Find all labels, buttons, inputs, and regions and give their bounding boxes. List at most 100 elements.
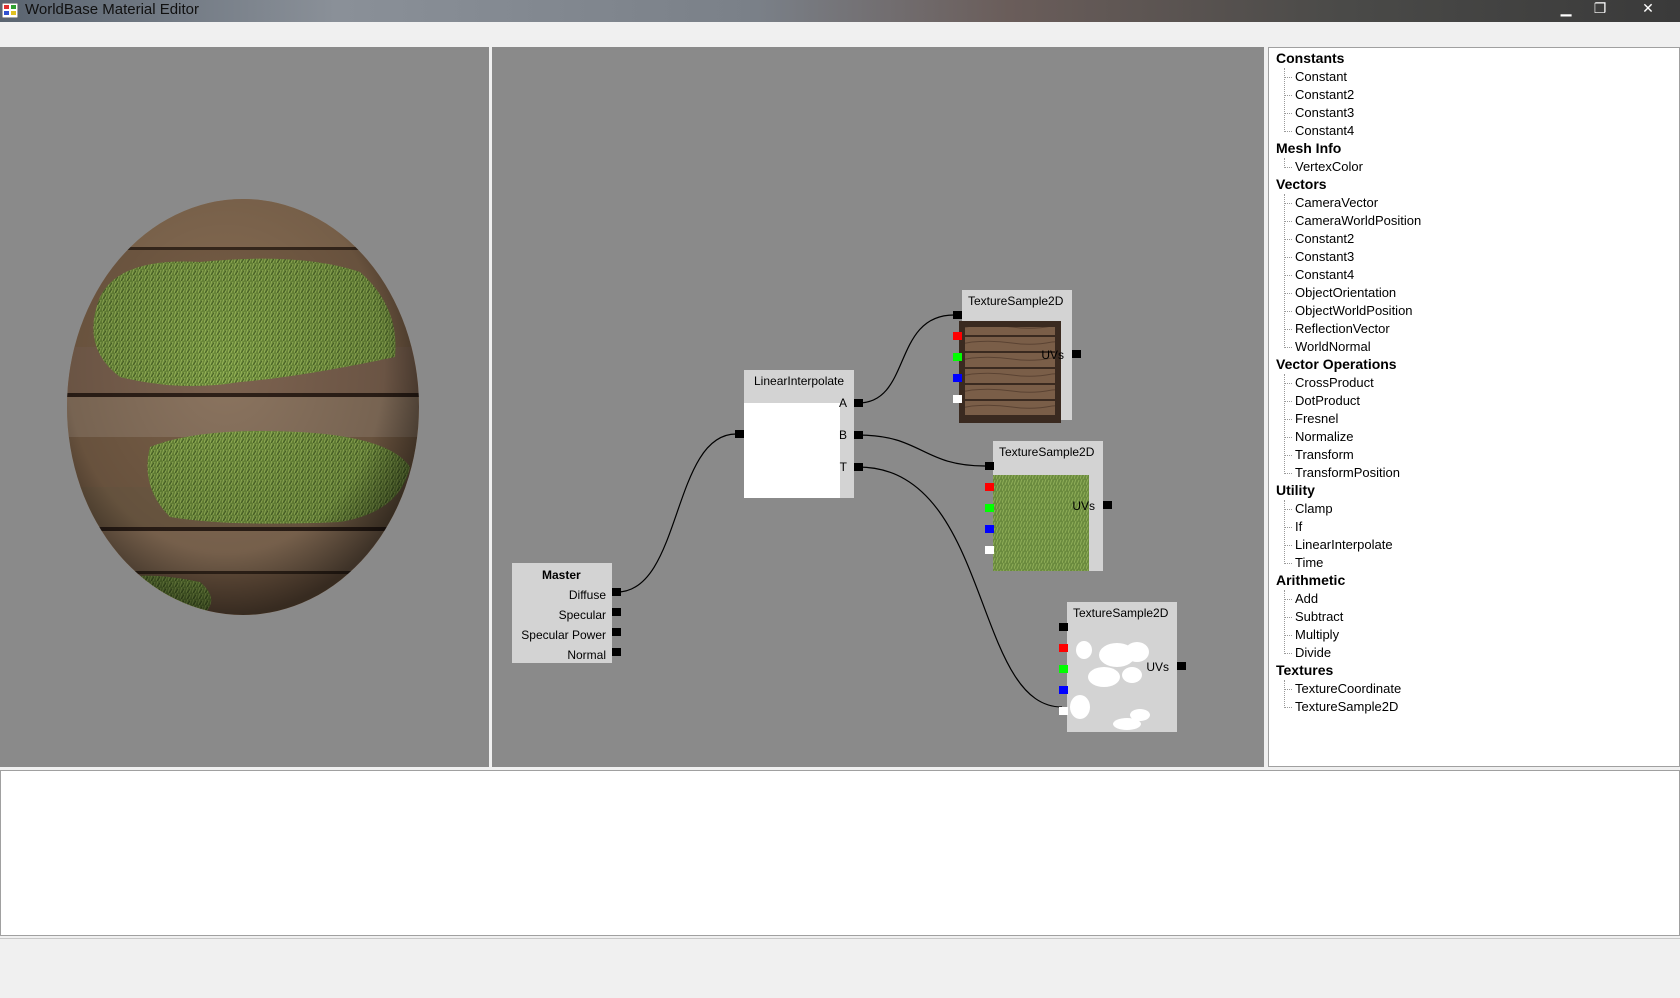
lerp-node[interactable]: LinearInterpolate A B T xyxy=(735,370,863,498)
palette-item[interactable]: DotProduct xyxy=(1295,393,1360,408)
maximize-icon: ❐ xyxy=(1593,1,1607,17)
tree-connector xyxy=(1284,131,1292,132)
texture-node-3-a-port[interactable] xyxy=(1059,707,1068,715)
close-button[interactable]: ✕ xyxy=(1620,0,1676,18)
texture-node-1-rgba-port[interactable] xyxy=(953,311,962,319)
material-preview-viewport[interactable] xyxy=(0,47,489,767)
palette-item[interactable]: ObjectOrientation xyxy=(1295,285,1396,300)
palette-item[interactable]: LinearInterpolate xyxy=(1295,537,1393,552)
tree-connector xyxy=(1284,437,1292,438)
master-input-specular: Specular xyxy=(559,608,606,622)
palette-item[interactable]: Constant2 xyxy=(1295,231,1354,246)
palette-category[interactable]: Arithmetic xyxy=(1276,572,1345,588)
texture-node-3-b-port[interactable] xyxy=(1059,686,1068,694)
texture-node-3-rgba-port[interactable] xyxy=(1059,623,1068,631)
tree-connector xyxy=(1284,329,1292,330)
lerp-t-port[interactable] xyxy=(854,463,863,471)
lerp-input-t: T xyxy=(840,460,848,474)
master-specular-port[interactable] xyxy=(612,608,621,616)
lerp-a-port[interactable] xyxy=(854,399,863,407)
palette-item[interactable]: WorldNormal xyxy=(1295,339,1371,354)
palette-item[interactable]: CameraWorldPosition xyxy=(1295,213,1421,228)
palette-item[interactable]: TextureCoordinate xyxy=(1295,681,1401,696)
texture-node-2-rgba-port[interactable] xyxy=(985,462,994,470)
output-panel[interactable] xyxy=(0,770,1680,936)
texture-sample-node-3[interactable]: TextureSample2D UVs xyxy=(1059,602,1186,732)
palette-item[interactable]: CameraVector xyxy=(1295,195,1378,210)
window-title: WorldBase Material Editor xyxy=(25,1,199,18)
master-diffuse-port[interactable] xyxy=(612,588,621,596)
texture-node-2-uvs: UVs xyxy=(1072,499,1095,513)
master-specular-power-port[interactable] xyxy=(612,628,621,636)
node-graph-canvas[interactable]: Master Diffuse Specular Specular Power N… xyxy=(492,47,1264,767)
texture-sample-node-1[interactable]: TextureSample2D UVs xyxy=(953,290,1081,423)
master-input-diffuse: Diffuse xyxy=(569,588,606,602)
tree-connector xyxy=(1284,455,1292,456)
palette-item[interactable]: Constant xyxy=(1295,69,1347,84)
texture-node-1-r-port[interactable] xyxy=(953,332,962,340)
palette-item[interactable]: If xyxy=(1295,519,1302,534)
palette-category[interactable]: Constants xyxy=(1276,50,1344,66)
texture-node-2-g-port[interactable] xyxy=(985,504,994,512)
palette-category[interactable]: Textures xyxy=(1276,662,1333,678)
master-node[interactable]: Master Diffuse Specular Specular Power N… xyxy=(512,563,621,663)
palette-item[interactable]: Constant4 xyxy=(1295,123,1354,138)
master-normal-port[interactable] xyxy=(612,648,621,656)
minimize-button[interactable]: ▁ xyxy=(1550,0,1582,18)
palette-item[interactable]: Multiply xyxy=(1295,627,1339,642)
tree-connector xyxy=(1284,545,1292,546)
palette-item[interactable]: Constant3 xyxy=(1295,105,1354,120)
maximize-button[interactable]: ❐ xyxy=(1584,0,1616,18)
texture-node-1-a-port[interactable] xyxy=(953,395,962,403)
lerp-b-port[interactable] xyxy=(854,431,863,439)
texture-node-2-r-port[interactable] xyxy=(985,483,994,491)
texture-node-3-r-port[interactable] xyxy=(1059,644,1068,652)
texture-sample-node-2[interactable]: TextureSample2D UVs xyxy=(985,441,1112,571)
master-input-normal: Normal xyxy=(567,648,606,662)
palette-item[interactable]: VertexColor xyxy=(1295,159,1363,174)
palette-category[interactable]: Mesh Info xyxy=(1276,140,1341,156)
palette-category[interactable]: Vector Operations xyxy=(1276,356,1397,372)
close-icon: ✕ xyxy=(1642,1,1654,17)
texture-node-2-b-port[interactable] xyxy=(985,525,994,533)
node-palette-tree[interactable]: Constants Constant Constant2 Constant3 Const… xyxy=(1268,47,1680,767)
texture-node-1-g-port[interactable] xyxy=(953,353,962,361)
texture-node-1-b-port[interactable] xyxy=(953,374,962,382)
palette-item[interactable]: TextureSample2D xyxy=(1295,699,1398,714)
tree-connector xyxy=(1284,617,1292,618)
master-node-title: Master xyxy=(542,568,581,582)
palette-item[interactable]: Time xyxy=(1295,555,1323,570)
palette-item[interactable]: Transform xyxy=(1295,447,1354,462)
palette-item[interactable]: Add xyxy=(1295,591,1318,606)
texture-node-2-a-port[interactable] xyxy=(985,546,994,554)
palette-item[interactable]: CrossProduct xyxy=(1295,375,1374,390)
palette-category[interactable]: Utility xyxy=(1276,482,1315,498)
node-graph: Master Diffuse Specular Specular Power N… xyxy=(512,290,1186,732)
palette-item[interactable]: Constant4 xyxy=(1295,267,1354,282)
palette-item[interactable]: Constant3 xyxy=(1295,249,1354,264)
palette-item[interactable]: ReflectionVector xyxy=(1295,321,1390,336)
palette-item[interactable]: Subtract xyxy=(1295,609,1343,624)
app-icon xyxy=(2,3,18,18)
tree-connector xyxy=(1284,293,1292,294)
tree-branch-line xyxy=(1284,680,1285,708)
texture-node-1-uv-port[interactable] xyxy=(1072,350,1081,358)
palette-item[interactable]: Fresnel xyxy=(1295,411,1338,426)
texture-node-3-uv-port[interactable] xyxy=(1177,662,1186,670)
texture-node-3-g-port[interactable] xyxy=(1059,665,1068,673)
palette-category[interactable]: Vectors xyxy=(1276,176,1327,192)
palette-item[interactable]: Divide xyxy=(1295,645,1331,660)
tree-connector xyxy=(1284,707,1292,708)
tree-branch-line xyxy=(1284,500,1285,564)
texture-node-2-uv-port[interactable] xyxy=(1103,501,1112,509)
lerp-input-b: B xyxy=(839,428,847,442)
palette-item[interactable]: Constant2 xyxy=(1295,87,1354,102)
lerp-input-a: A xyxy=(839,396,847,410)
palette-item[interactable]: Normalize xyxy=(1295,429,1354,444)
tree-connector xyxy=(1284,311,1292,312)
palette-item[interactable]: TransformPosition xyxy=(1295,465,1400,480)
texture-node-3-title: TextureSample2D xyxy=(1073,606,1169,620)
lerp-output-port[interactable] xyxy=(735,430,744,438)
palette-item[interactable]: ObjectWorldPosition xyxy=(1295,303,1413,318)
palette-item[interactable]: Clamp xyxy=(1295,501,1333,516)
